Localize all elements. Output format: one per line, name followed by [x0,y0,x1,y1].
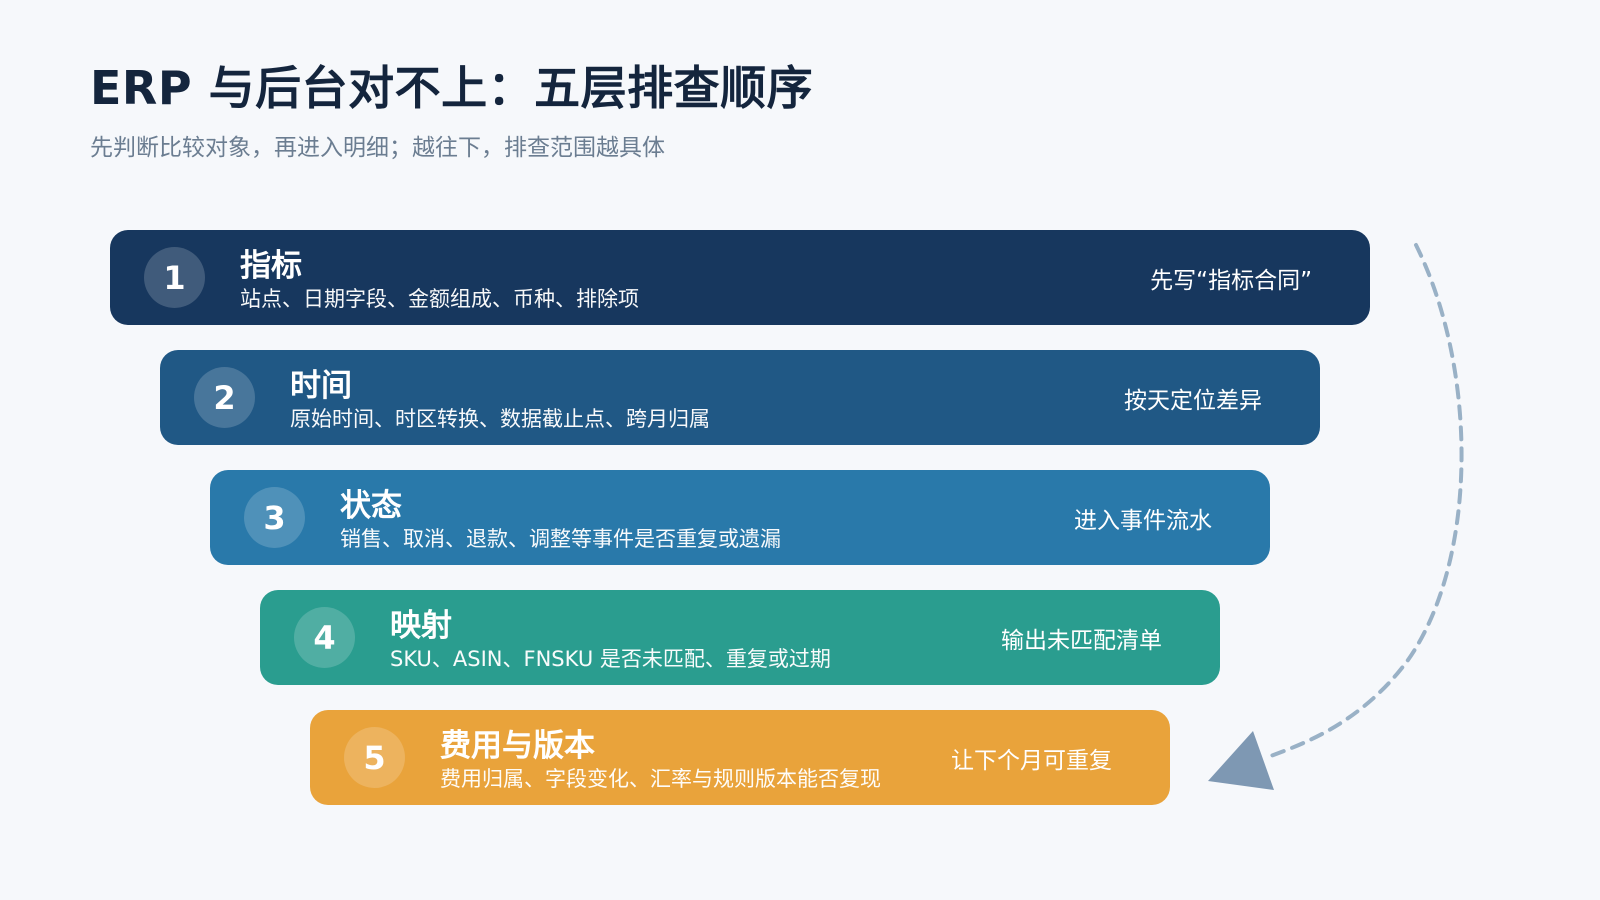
flow-arrow-icon [1208,243,1464,790]
flow-arrow-head [1208,731,1274,790]
flow-arrow-curve [1266,243,1464,759]
